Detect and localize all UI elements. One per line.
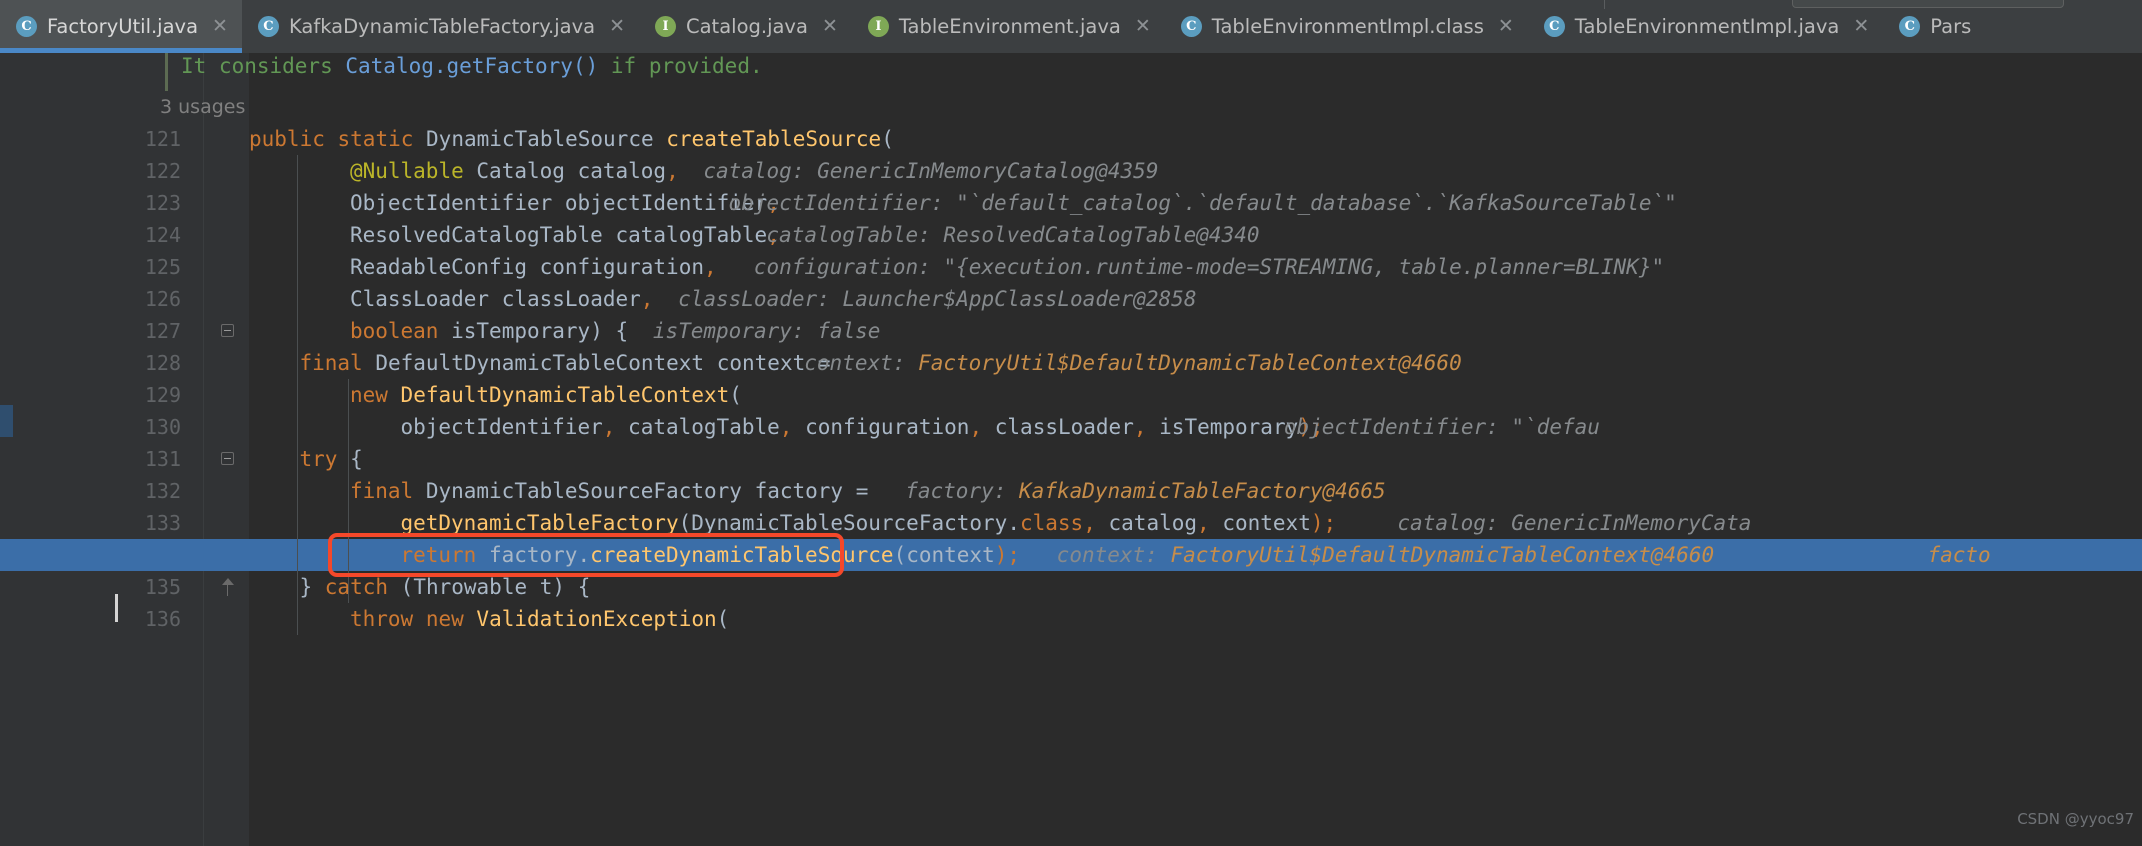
code-editor[interactable]: 121 122 123 124 125 126 127 128 129 130 131 132 133 1… (0, 53, 2142, 846)
editor-tab-tableenvironmentimpl-class[interactable]: C TableEnvironmentImpl.class ✕ (1164, 0, 1528, 53)
code-line[interactable]: ReadableConfig configuration, (350, 251, 717, 283)
line-number[interactable]: 121 (13, 123, 203, 155)
editor-tab-label: FactoryUtil.java (47, 15, 199, 38)
code-fold-toggle[interactable] (221, 324, 234, 337)
inlay-value-hint: objectIdentifier: "`default_catalog`.`de… (728, 191, 1677, 215)
line-number[interactable]: 125 (13, 251, 203, 283)
java-class-icon: C (1180, 16, 1202, 37)
line-number[interactable]: 123 (13, 187, 203, 219)
code-line[interactable]: new DefaultDynamicTableContext( (350, 379, 742, 411)
doc-comment-text-tail: if provided. (598, 54, 763, 78)
code-folding-strip[interactable] (204, 53, 249, 846)
editor-left-marker-strip (0, 53, 13, 846)
usages-inlay-hint[interactable]: 3 usages (160, 91, 245, 123)
code-line[interactable]: try { (299, 443, 362, 475)
line-number[interactable]: 127 (13, 315, 203, 347)
line-number[interactable]: 126 (13, 283, 203, 315)
code-line[interactable]: ObjectIdentifier objectIdentifier, (350, 187, 780, 219)
code-fold-toggle[interactable] (221, 452, 234, 465)
inlay-value-hint: context: FactoryUtil$DefaultDynamicTable… (804, 351, 1462, 375)
close-icon[interactable]: ✕ (212, 17, 228, 36)
indent-guide (347, 475, 349, 603)
doc-comment-indent-bar (165, 53, 168, 91)
doc-comment-line: It considers Catalog.getFactory() if pro… (181, 53, 763, 82)
inlay-value-hint: isTemporary: false (652, 319, 881, 343)
watermark-label: CSDN @yyoc97 (2017, 810, 2134, 828)
editor-tab-label: Catalog.java (685, 15, 808, 38)
line-number[interactable]: 129 (13, 379, 203, 411)
line-number-gutter[interactable]: 121 122 123 124 125 126 127 128 129 130 131 132 133 1… (13, 53, 203, 846)
inlay-value-hint: catalog: GenericInMemoryCatalog@4359 (703, 159, 1159, 183)
java-class-icon: C (16, 16, 37, 37)
close-icon[interactable]: ✕ (1498, 17, 1514, 36)
editor-tab-tableenvironment-java[interactable]: I TableEnvironment.java ✕ (851, 0, 1165, 53)
editor-tab-label: TableEnvironmentImpl.class (1211, 15, 1484, 38)
editor-tab-factoryutil-java[interactable]: C FactoryUtil.java ✕ (0, 0, 242, 53)
code-fold-end-marker[interactable] (221, 578, 234, 596)
code-line[interactable]: ResolvedCatalogTable catalogTable, (350, 219, 780, 251)
editor-tab-label: TableEnvironment.java (898, 15, 1121, 38)
line-number[interactable]: 135 (13, 571, 203, 603)
java-interface-icon: I (654, 16, 676, 37)
inlay-value-hint: objectIdentifier: "`defau (1283, 415, 1600, 439)
code-line[interactable]: boolean isTemporary) { (350, 315, 628, 347)
editor-tab-label: Pars (1930, 15, 1972, 38)
code-line[interactable]: @Nullable Catalog catalog, (350, 155, 679, 187)
toolbar-separator (1604, 0, 1605, 9)
indent-guide (297, 155, 299, 635)
editor-tab-label: KafkaDynamicTableFactory.java (288, 15, 596, 38)
line-number[interactable]: 122 (13, 155, 203, 187)
inlay-value-hint-secondary: facto (1927, 543, 1991, 567)
code-line[interactable]: final DefaultDynamicTableContext context… (299, 347, 830, 379)
line-number[interactable]: 136 (13, 603, 203, 635)
search-field[interactable] (1792, 0, 2064, 8)
close-icon[interactable]: ✕ (1135, 17, 1151, 36)
code-line[interactable]: return factory.createDynamicTableSource(… (400, 539, 1020, 571)
java-class-icon: C (257, 16, 279, 37)
close-icon[interactable]: ✕ (822, 17, 838, 36)
close-icon[interactable]: ✕ (609, 17, 625, 36)
inlay-value-hint: catalog: GenericInMemoryCata (1397, 511, 1752, 535)
editor-tab-kafkadynamictablefactory-java[interactable]: C KafkaDynamicTableFactory.java ✕ (241, 0, 639, 53)
code-line[interactable]: throw new ValidationException( (350, 603, 729, 635)
code-line[interactable]: } catch (Throwable t) { (299, 571, 590, 603)
inlay-value-hint: context: FactoryUtil$DefaultDynamicTable… (1056, 543, 1715, 567)
line-number[interactable]: 133 (13, 507, 203, 539)
java-class-icon: C (1543, 16, 1565, 37)
inlay-value-hint: factory: KafkaDynamicTableFactory@4665 (905, 479, 1386, 503)
text-caret (115, 594, 118, 622)
line-number[interactable]: 124 (13, 219, 203, 251)
doc-comment-text: It considers (181, 54, 346, 78)
code-line[interactable]: getDynamicTableFactory(DynamicTableSourc… (400, 507, 1336, 539)
indent-guide (347, 379, 349, 443)
java-interface-icon: I (867, 16, 889, 37)
java-class-icon: C (1899, 16, 1921, 37)
execution-point-marker (0, 405, 13, 437)
doc-comment-link[interactable]: Catalog.getFactory() (345, 54, 598, 78)
line-number[interactable]: 130 (13, 411, 203, 443)
close-icon[interactable]: ✕ (1853, 17, 1869, 36)
code-line[interactable]: final DynamicTableSourceFactory factory … (350, 475, 868, 507)
code-line[interactable]: public static DynamicTableSource createT… (249, 123, 894, 155)
indent-guide (347, 443, 349, 475)
inlay-value-hint: catalogTable: ResolvedCatalogTable@4340 (766, 223, 1260, 247)
line-number[interactable]: 131 (13, 443, 203, 475)
line-number[interactable]: 132 (13, 475, 203, 507)
line-number[interactable]: 128 (13, 347, 203, 379)
editor-tab-catalog-java[interactable]: I Catalog.java ✕ (638, 0, 852, 53)
code-line[interactable]: ClassLoader classLoader, (350, 283, 653, 315)
inlay-value-hint: configuration: "{execution.runtime-mode=… (753, 255, 1665, 279)
inlay-value-hint: classLoader: Launcher$AppClassLoader@285… (678, 287, 1197, 311)
code-line[interactable]: objectIdentifier, catalogTable, configur… (400, 411, 1323, 443)
editor-tab-label: TableEnvironmentImpl.java (1574, 15, 1840, 38)
code-text-area[interactable]: It considers Catalog.getFactory() if pro… (0, 53, 2142, 846)
